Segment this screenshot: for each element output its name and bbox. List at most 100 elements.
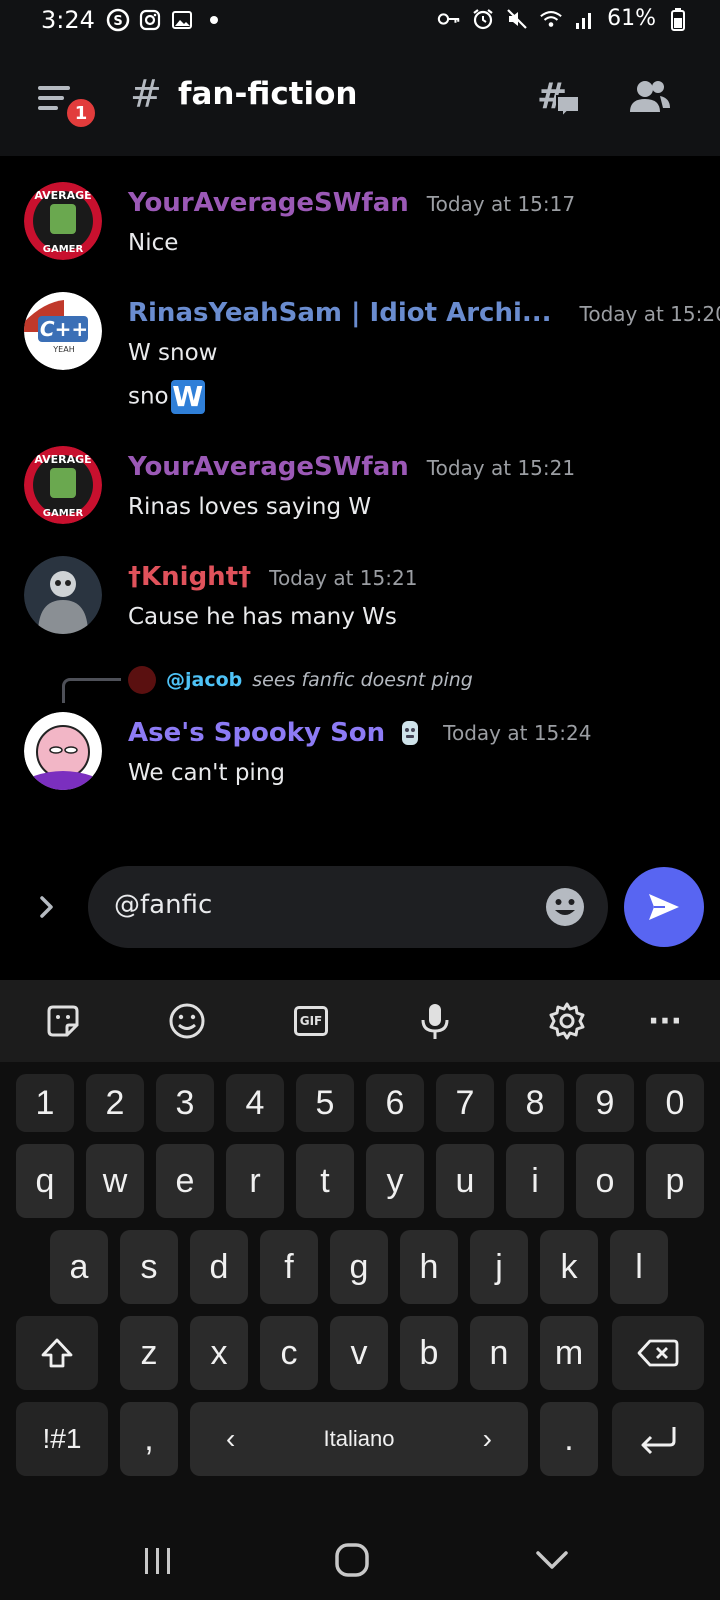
key[interactable]: 9 xyxy=(576,1074,634,1132)
role-icon xyxy=(395,718,425,748)
key[interactable]: c xyxy=(260,1316,318,1390)
message-list[interactable]: AVERAGE GAMER YourAverageSWfan Today at 1… xyxy=(0,160,720,860)
message-text: sno W xyxy=(128,380,205,414)
home-button[interactable] xyxy=(328,1536,376,1584)
period-key[interactable]: . xyxy=(540,1402,598,1476)
gallery-icon xyxy=(170,8,194,32)
wifi-icon xyxy=(539,7,563,31)
sticker-icon xyxy=(47,1005,79,1037)
key[interactable]: z xyxy=(120,1316,178,1390)
threads-button[interactable]: # xyxy=(535,74,583,122)
battery-icon xyxy=(666,7,690,31)
reply-connector xyxy=(62,678,121,703)
key[interactable]: s xyxy=(120,1230,178,1304)
channel-header: 1 # fan-fiction # xyxy=(0,46,720,156)
message-author[interactable]: †Knight† xyxy=(128,562,251,592)
comma-key[interactable]: , xyxy=(120,1402,178,1476)
settings-icon xyxy=(549,1002,585,1040)
battery-percent: 61% xyxy=(607,6,656,31)
message-author[interactable]: RinasYeahSam | Idiot Archi... xyxy=(128,298,552,328)
key[interactable]: p xyxy=(646,1144,704,1218)
key[interactable]: d xyxy=(190,1230,248,1304)
channel-title[interactable]: fan-fiction xyxy=(178,76,358,112)
backspace-key[interactable] xyxy=(612,1316,704,1390)
home-icon xyxy=(335,1543,369,1577)
key[interactable]: 6 xyxy=(366,1074,424,1132)
key[interactable]: f xyxy=(260,1230,318,1304)
key[interactable]: i xyxy=(506,1144,564,1218)
key[interactable]: 7 xyxy=(436,1074,494,1132)
message-input-value[interactable]: @fanfic xyxy=(114,890,212,920)
key[interactable]: j xyxy=(470,1230,528,1304)
enter-key[interactable] xyxy=(612,1402,704,1476)
svg-text:GAMER: GAMER xyxy=(43,244,84,255)
key[interactable]: w xyxy=(86,1144,144,1218)
expand-button[interactable] xyxy=(30,890,64,924)
message-text: Cause he has many Ws xyxy=(128,604,397,630)
sticker-button[interactable] xyxy=(42,1000,84,1042)
key[interactable]: o xyxy=(576,1144,634,1218)
w-emoji[interactable]: W xyxy=(170,380,205,414)
message-author[interactable]: Ase's Spooky Son xyxy=(128,718,385,748)
svg-text:C++: C++ xyxy=(40,317,88,341)
send-icon xyxy=(649,894,679,920)
more-icon: ··· xyxy=(647,1003,683,1039)
emoji-button[interactable] xyxy=(544,886,586,928)
emoji-keyboard-button[interactable] xyxy=(166,1000,208,1042)
symbols-key[interactable]: !#1 xyxy=(16,1402,108,1476)
key-icon xyxy=(437,7,461,31)
members-button[interactable] xyxy=(626,74,674,122)
gif-button[interactable]: GIF xyxy=(290,1000,332,1042)
avatar[interactable]: C++ YEAH xyxy=(24,292,102,370)
status-right-icons: 61% xyxy=(437,6,690,31)
key[interactable]: h xyxy=(400,1230,458,1304)
keyboard-settings-button[interactable] xyxy=(546,1000,588,1042)
members-icon xyxy=(630,81,670,112)
svg-text:S: S xyxy=(113,14,122,29)
voice-input-button[interactable] xyxy=(414,1000,456,1042)
avatar[interactable] xyxy=(24,556,102,634)
message-timestamp: Today at 15:17 xyxy=(426,192,576,216)
back-button[interactable] xyxy=(528,1536,576,1584)
message-input[interactable]: @fanfic xyxy=(88,866,608,948)
send-button[interactable] xyxy=(624,867,704,947)
reply-reference[interactable]: @jacob sees fanfic doesnt ping xyxy=(128,666,473,694)
key[interactable]: k xyxy=(540,1230,598,1304)
key[interactable]: u xyxy=(436,1144,494,1218)
key[interactable]: 1 xyxy=(16,1074,74,1132)
shift-key[interactable] xyxy=(16,1316,98,1390)
backspace-icon xyxy=(637,1339,679,1367)
recents-icon xyxy=(145,1548,170,1574)
key[interactable]: n xyxy=(470,1316,528,1390)
key[interactable]: t xyxy=(296,1144,354,1218)
status-left-icons: S xyxy=(106,8,226,32)
message-author[interactable]: YourAverageSWfan xyxy=(128,188,409,218)
key[interactable]: x xyxy=(190,1316,248,1390)
key[interactable]: y xyxy=(366,1144,424,1218)
avatar[interactable]: AVERAGE GAMER xyxy=(24,182,102,260)
key[interactable]: b xyxy=(400,1316,458,1390)
key[interactable]: r xyxy=(226,1144,284,1218)
key[interactable]: 2 xyxy=(86,1074,144,1132)
key[interactable]: 5 xyxy=(296,1074,354,1132)
key[interactable]: 8 xyxy=(506,1074,564,1132)
smiley-icon xyxy=(546,888,584,926)
key[interactable]: l xyxy=(610,1230,668,1304)
more-button[interactable]: ··· xyxy=(644,1000,686,1042)
mute-icon xyxy=(505,7,529,31)
key[interactable]: g xyxy=(330,1230,388,1304)
key[interactable]: 3 xyxy=(156,1074,214,1132)
key[interactable]: 0 xyxy=(646,1074,704,1132)
reply-mention[interactable]: @jacob xyxy=(166,669,242,691)
key[interactable]: q xyxy=(16,1144,74,1218)
message-author[interactable]: YourAverageSWfan xyxy=(128,452,409,482)
key[interactable]: 4 xyxy=(226,1074,284,1132)
key[interactable]: e xyxy=(156,1144,214,1218)
space-key[interactable]: ‹ Italiano › xyxy=(190,1402,528,1476)
key[interactable]: m xyxy=(540,1316,598,1390)
avatar[interactable] xyxy=(24,712,102,790)
key[interactable]: v xyxy=(330,1316,388,1390)
avatar[interactable]: AVERAGE GAMER xyxy=(24,446,102,524)
recents-button[interactable] xyxy=(134,1536,182,1584)
key[interactable]: a xyxy=(50,1230,108,1304)
